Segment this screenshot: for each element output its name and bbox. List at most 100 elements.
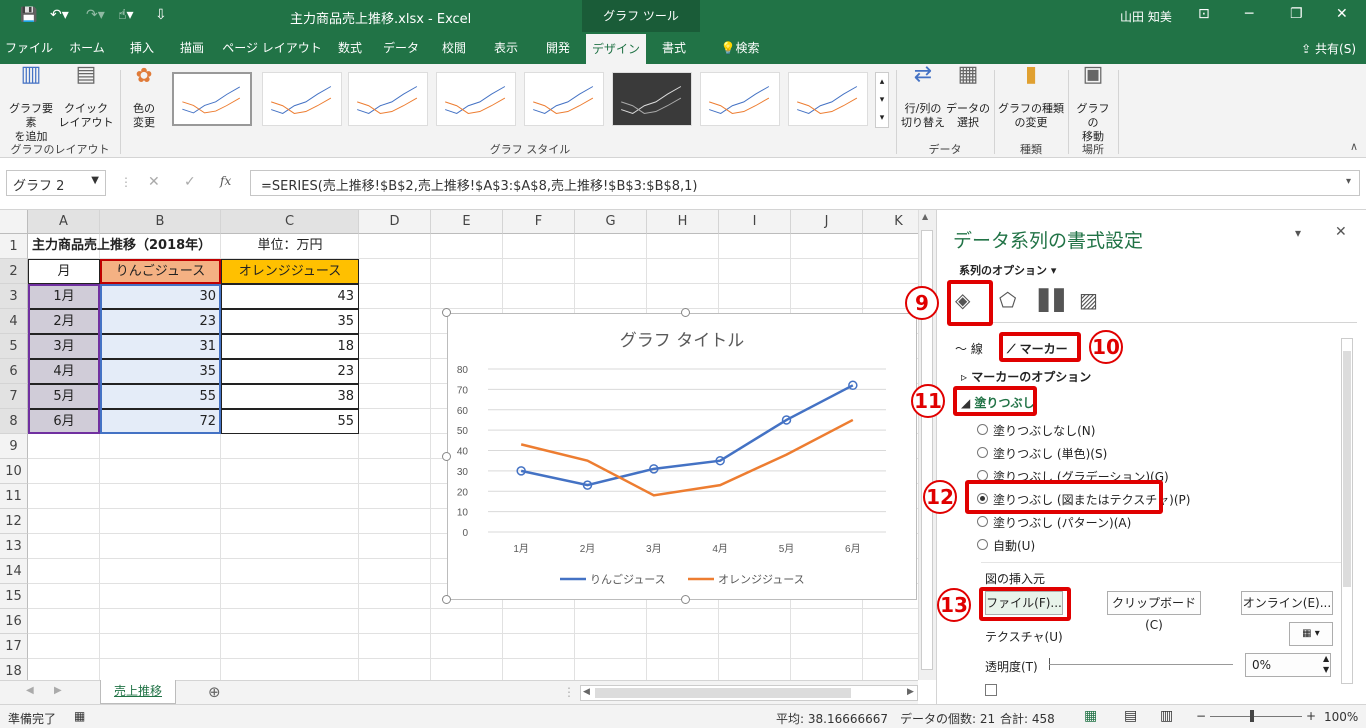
scroll-right-icon[interactable]: ▶	[907, 687, 914, 697]
insert-function-icon[interactable]: fx	[220, 174, 231, 188]
radio-fill-option[interactable]	[977, 447, 988, 458]
select-data-button[interactable]: ▦ データの 選択	[946, 64, 990, 130]
texture-picker[interactable]: ▦ ▾	[1289, 622, 1333, 646]
tab-draw[interactable]: 描画	[168, 32, 216, 64]
cell-orange[interactable]: 55	[221, 409, 359, 434]
cell-unit[interactable]: 単位：万円	[221, 234, 359, 259]
row-header[interactable]: 16	[0, 609, 28, 634]
column-header[interactable]: J	[791, 210, 863, 234]
prev-sheet-icon[interactable]: ◀	[26, 685, 34, 696]
row-header[interactable]: 5	[0, 334, 28, 359]
collapse-ribbon-icon[interactable]: ∧	[1350, 140, 1358, 153]
ribbon-display-icon[interactable]: ⊡	[1198, 6, 1210, 22]
gallery-scroll[interactable]: ▴ ▾ ▾	[875, 72, 889, 128]
zoom-level[interactable]: 100%	[1324, 710, 1358, 724]
cell-orange[interactable]: 18	[221, 334, 359, 359]
chart-style-thumb[interactable]	[612, 72, 692, 126]
row-header[interactable]: 17	[0, 634, 28, 659]
tab-formulas[interactable]: 数式	[328, 32, 372, 64]
line-chart[interactable]: 0 10 20 30 40 50 60 70 80 1月 2月 3月 4月 5月 6月 りんごジュース オレンジ…	[447, 313, 917, 600]
radio-fill-option[interactable]	[977, 424, 988, 435]
save-icon[interactable]: 💾	[20, 7, 37, 23]
select-all-corner[interactable]	[0, 210, 28, 234]
cell-orange[interactable]: 38	[221, 384, 359, 409]
chart-style-thumb[interactable]	[700, 72, 780, 126]
column-header[interactable]: D	[359, 210, 431, 234]
tab-insert[interactable]: 挿入	[118, 32, 166, 64]
next-sheet-icon[interactable]: ▶	[54, 685, 62, 696]
tab-file[interactable]: ファイル	[2, 32, 56, 64]
status-count[interactable]: データの個数: 21	[900, 710, 995, 727]
row-header[interactable]: 18	[0, 659, 28, 680]
series-options-icon[interactable]: ▋▋	[1039, 288, 1070, 312]
pane-options-icon[interactable]: ▾	[1295, 226, 1301, 240]
h-scroll-thumb[interactable]	[595, 688, 851, 698]
row-header[interactable]: 11	[0, 484, 28, 509]
cell-orange[interactable]: 43	[221, 284, 359, 309]
spinner-icon[interactable]: ▲ ▼	[1323, 653, 1329, 675]
horizontal-scrollbar[interactable]: ◀ ▶	[580, 685, 918, 701]
fill-option-label[interactable]: 自動(U)	[993, 537, 1035, 554]
pane-scrollbar[interactable]	[1341, 338, 1353, 684]
switch-row-column-button[interactable]: ⇄ 行/列の 切り替え	[900, 64, 946, 130]
column-header[interactable]: C	[221, 210, 359, 234]
tab-data[interactable]: データ	[376, 32, 426, 64]
close-icon[interactable]: ✕	[1336, 6, 1348, 22]
tab-home[interactable]: ホーム	[60, 32, 114, 64]
column-header[interactable]: K	[863, 210, 918, 234]
row-header[interactable]: 12	[0, 509, 28, 534]
column-header[interactable]: A	[28, 210, 100, 234]
cell-header[interactable]: オレンジジュース	[221, 259, 359, 284]
marker-options-section[interactable]: ▹ マーカーのオプション	[961, 368, 1091, 385]
chart-style-thumb[interactable]	[262, 72, 342, 126]
page-layout-view-icon[interactable]: ▤	[1124, 708, 1137, 724]
effects-icon[interactable]: ⬠	[999, 288, 1016, 312]
radio-fill-option[interactable]	[977, 539, 988, 550]
macro-record-icon[interactable]: ▦	[74, 709, 85, 723]
clipboard-button[interactable]: クリップボード(C)	[1107, 591, 1201, 632]
tab-line[interactable]: 〜 線	[955, 340, 983, 357]
chart-style-thumb[interactable]	[788, 72, 868, 126]
page-break-view-icon[interactable]: ▥	[1160, 708, 1173, 724]
row-header[interactable]: 8	[0, 409, 28, 434]
pane-close-icon[interactable]: ✕	[1335, 224, 1347, 240]
row-header[interactable]: 9	[0, 434, 28, 459]
row-header[interactable]: 2	[0, 259, 28, 284]
column-header[interactable]: E	[431, 210, 503, 234]
tab-review[interactable]: 校閲	[430, 32, 478, 64]
zoom-in-icon[interactable]: +	[1306, 709, 1316, 723]
cancel-icon[interactable]: ✕	[148, 174, 160, 190]
user-name[interactable]: 山田 知美	[1120, 8, 1172, 25]
chart-style-thumb[interactable]	[348, 72, 428, 126]
column-header[interactable]: G	[575, 210, 647, 234]
tab-search[interactable]: 💡検索	[710, 32, 770, 64]
add-chart-element-button[interactable]: ▥ グラフ要素 を追加	[6, 64, 56, 144]
online-button[interactable]: オンライン(E)...	[1241, 591, 1333, 615]
minimize-icon[interactable]: ─	[1245, 6, 1253, 22]
radio-fill-option[interactable]	[977, 516, 988, 527]
column-header[interactable]: I	[719, 210, 791, 234]
row-header[interactable]: 4	[0, 309, 28, 334]
chart-style-thumb[interactable]	[524, 72, 604, 126]
vertical-scrollbar[interactable]: ▲	[918, 210, 936, 680]
row-header[interactable]: 6	[0, 359, 28, 384]
cell-orange[interactable]: 35	[221, 309, 359, 334]
splitter-icon[interactable]: ⋮	[563, 685, 575, 699]
customize-qat-icon[interactable]: ⇩	[155, 7, 167, 23]
column-header[interactable]: H	[647, 210, 719, 234]
enter-icon[interactable]: ✓	[184, 174, 196, 190]
move-chart-button[interactable]: ▣ グラフの 移動	[1072, 64, 1114, 144]
chart-style-thumb[interactable]	[172, 72, 252, 126]
undo-icon[interactable]: ↶▾	[50, 7, 69, 23]
name-box[interactable]: グラフ 2 ▼	[6, 170, 106, 196]
row-header[interactable]: 14	[0, 559, 28, 584]
pane-scroll-thumb[interactable]	[1343, 351, 1351, 587]
row-header[interactable]: 1	[0, 234, 28, 259]
quick-layout-button[interactable]: ▤ クイック レイアウト	[58, 64, 114, 130]
checkbox[interactable]	[985, 684, 997, 696]
fill-option-label[interactable]: 塗りつぶし (単色)(S)	[993, 445, 1107, 462]
row-header[interactable]: 15	[0, 584, 28, 609]
tab-design[interactable]: デザイン	[586, 34, 646, 64]
chart-style-thumb[interactable]	[436, 72, 516, 126]
cell-header[interactable]: 月	[28, 259, 100, 284]
